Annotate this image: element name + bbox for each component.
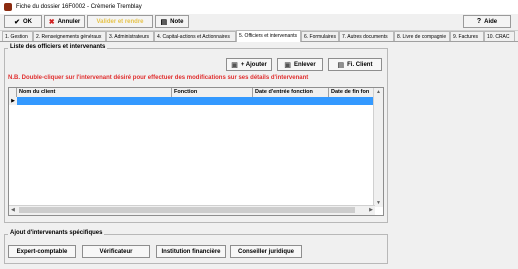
- tab-capital-actions[interactable]: 4. Capital-actions et Actionnaires: [154, 31, 236, 41]
- tab-crac[interactable]: 10. CRAC: [484, 31, 515, 41]
- ok-label: OK: [22, 18, 32, 25]
- ajouter-button[interactable]: ▣ + Ajouter: [226, 58, 272, 71]
- scroll-up-icon[interactable]: ▲: [376, 89, 381, 95]
- annuler-button[interactable]: ✖ Annuler: [44, 15, 85, 28]
- vertical-scrollbar[interactable]: ▲ ▼: [373, 88, 383, 207]
- row-indicator-header: [9, 88, 17, 97]
- title-bar: Fiche du dossier 16F0002 - Crèmerie Trem…: [0, 0, 518, 14]
- special-title: Ajout d'intervenants spécifiques: [8, 230, 105, 236]
- expert-comptable-button[interactable]: Expert-comptable: [8, 245, 76, 258]
- conseiller-juridique-button[interactable]: Conseiller juridique: [230, 245, 302, 258]
- tab-factures[interactable]: 9. Factures: [450, 31, 484, 41]
- tab-formulaires[interactable]: 6. Formulaires: [301, 31, 339, 41]
- horizontal-scrollbar[interactable]: ◀ ▶: [9, 205, 375, 215]
- col-date-entree[interactable]: Date d'entrée fonction: [253, 88, 329, 97]
- officers-grid[interactable]: Nom du client Fonction Date d'entrée fon…: [8, 87, 384, 216]
- valider-label: Valider et rendre: [96, 18, 144, 25]
- note-icon: ▤: [160, 18, 168, 26]
- fiche-client-button[interactable]: ▤ Fi. Client: [328, 58, 382, 71]
- toolbar: ✔ OK ✖ Annuler Valider et rendre ▤ Note …: [0, 14, 518, 31]
- note-button[interactable]: ▤ Note: [155, 15, 189, 28]
- client-card-icon: ▤: [337, 61, 345, 69]
- verificateur-button[interactable]: Vérificateur: [82, 245, 150, 258]
- ajouter-label: + Ajouter: [240, 61, 267, 68]
- note-label: Note: [170, 18, 184, 25]
- scroll-right-icon[interactable]: ▶: [369, 207, 373, 213]
- tab-livre[interactable]: 8. Livre de compagnie: [394, 31, 450, 41]
- window-title: Fiche du dossier 16F0002 - Crèmerie Trem…: [16, 4, 142, 10]
- instruction-note: N.B. Double-cliquer sur l'intervenant dé…: [8, 75, 309, 81]
- cancel-icon: ✖: [48, 18, 55, 26]
- scroll-down-icon[interactable]: ▼: [376, 200, 381, 206]
- tab-autres-documents[interactable]: 7. Autres documents: [339, 31, 394, 41]
- tab-renseignements[interactable]: 2. Renseignements généraux: [33, 31, 106, 41]
- col-date-fin[interactable]: Date de fin fon: [329, 88, 375, 97]
- ok-button[interactable]: ✔ OK: [4, 15, 42, 28]
- officers-title: Liste des officiers et intervenants: [8, 44, 108, 50]
- table-row[interactable]: [17, 97, 375, 105]
- enlever-label: Enlever: [293, 61, 316, 68]
- app-icon: [4, 3, 12, 11]
- help-icon: ?: [476, 18, 482, 25]
- institution-financiere-button[interactable]: Institution financière: [156, 245, 226, 258]
- tab-bar: 1. Gestion 2. Renseignements généraux 3.…: [0, 30, 518, 42]
- valider-button[interactable]: Valider et rendre: [87, 15, 153, 28]
- enlever-button[interactable]: ▣ Enlever: [277, 58, 323, 71]
- aide-label: Aide: [484, 18, 498, 25]
- scroll-left-icon[interactable]: ◀: [11, 207, 15, 213]
- add-icon: ▣: [231, 61, 238, 69]
- tab-administrateurs[interactable]: 3. Administrateurs: [106, 31, 154, 41]
- scroll-thumb[interactable]: [19, 207, 355, 213]
- fiche-client-label: Fi. Client: [347, 61, 373, 68]
- aide-button[interactable]: ? Aide: [463, 15, 511, 28]
- check-icon: ✔: [14, 18, 20, 26]
- col-nom-client[interactable]: Nom du client: [17, 88, 172, 97]
- remove-icon: ▣: [284, 61, 291, 69]
- tab-gestion[interactable]: 1. Gestion: [2, 31, 33, 41]
- annuler-label: Annuler: [57, 18, 81, 25]
- col-fonction[interactable]: Fonction: [172, 88, 253, 97]
- tab-officiers[interactable]: 5. Officiers et intervenants: [236, 30, 301, 42]
